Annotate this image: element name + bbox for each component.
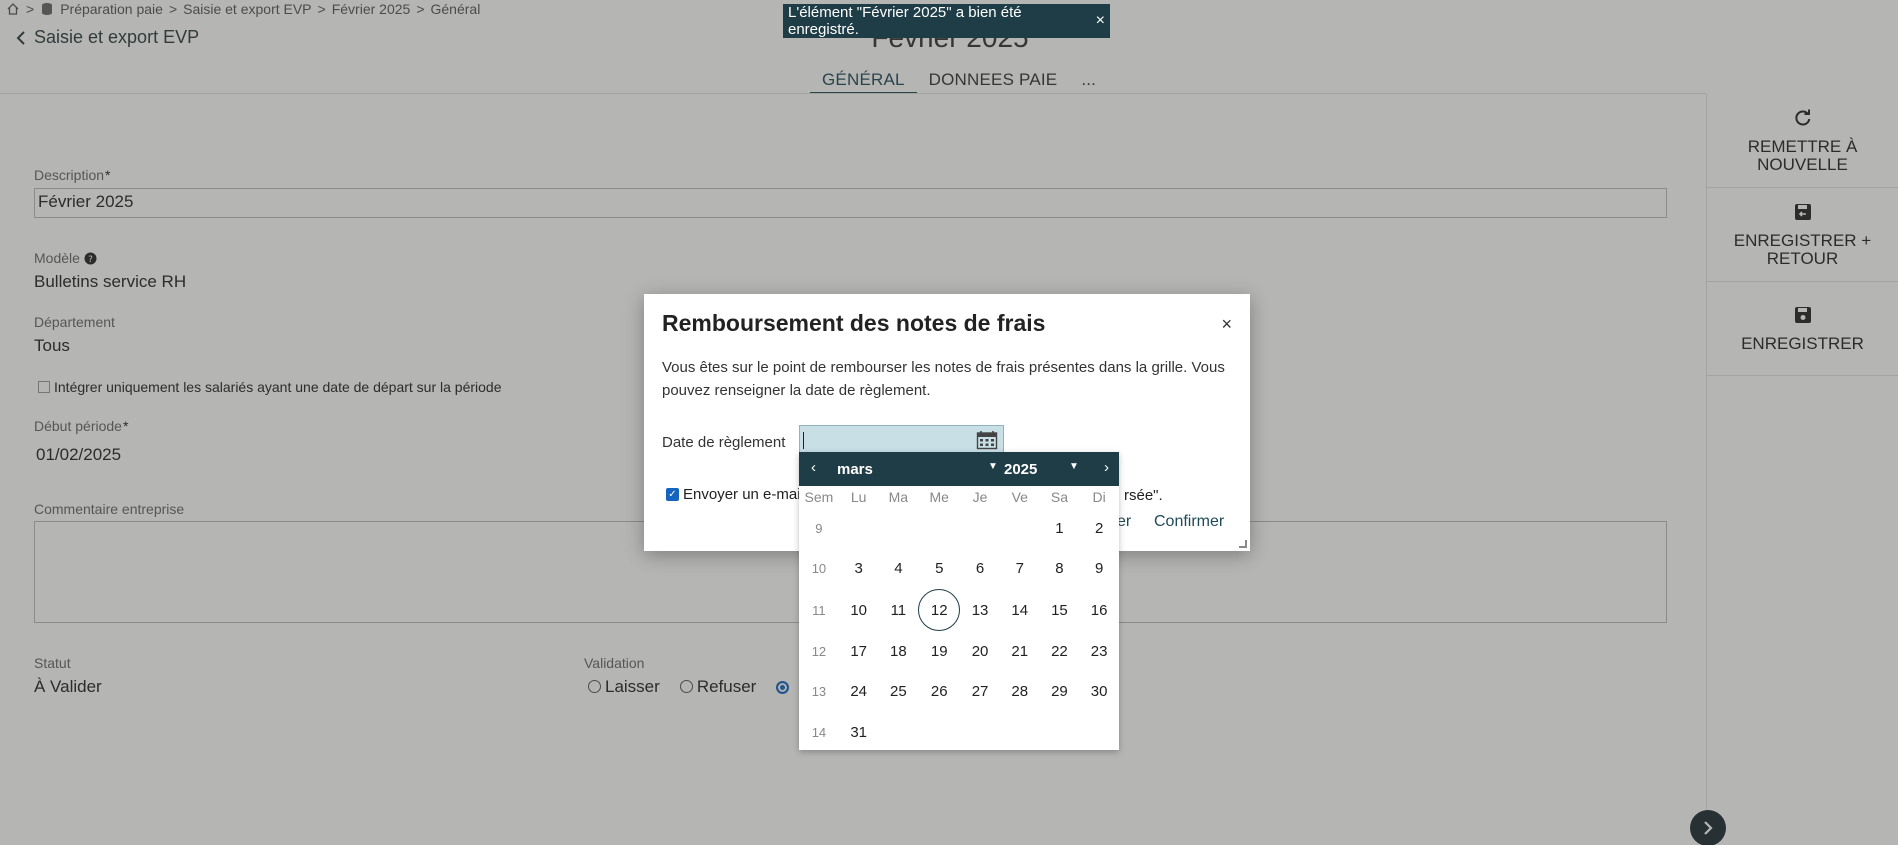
empty-day-cell (1000, 508, 1040, 549)
calendar-week-row: 13 24 25 26 27 28 29 30 (799, 672, 1119, 713)
calendar-day[interactable]: 16 (1079, 589, 1119, 631)
calendar-day[interactable]: 19 (918, 631, 960, 672)
week-number-header: Sem (804, 489, 834, 505)
toast-message: L'élément "Février 2025" a bien été enre… (788, 4, 1022, 38)
empty-day-cell (839, 508, 879, 549)
calendar-day[interactable]: 20 (960, 631, 1000, 672)
calendar-day[interactable]: 5 (918, 549, 960, 590)
calendar-day[interactable]: 12 (918, 589, 961, 631)
cancel-button[interactable]: er (1117, 513, 1131, 531)
calendar-day[interactable]: 22 (1040, 631, 1080, 672)
week-number: 12 (811, 643, 827, 659)
calendar-day[interactable]: 17 (839, 631, 879, 672)
year-dropdown-icon[interactable]: ▼ (1069, 461, 1079, 472)
calendar-day[interactable]: 18 (879, 631, 919, 672)
weekday-header: Lu (850, 489, 867, 505)
text-caret (803, 432, 804, 449)
modal-title: Remboursement des notes de frais (662, 310, 1046, 336)
empty-day-cell (918, 712, 960, 753)
send-email-row[interactable]: ✓ Envoyer un e-mail (666, 486, 804, 503)
week-number: 10 (811, 561, 827, 577)
week-number: 13 (811, 684, 827, 700)
month-select[interactable]: mars (837, 461, 873, 478)
weekday-header: Ve (1011, 489, 1028, 505)
toast-close-icon[interactable]: × (1096, 12, 1105, 30)
calendar-day[interactable]: 13 (960, 589, 1000, 631)
calendar-day[interactable]: 2 (1079, 508, 1119, 549)
calendar-day[interactable]: 30 (1079, 672, 1119, 713)
empty-day-cell (918, 508, 960, 549)
calendar-week-row: 14 31 (799, 712, 1119, 753)
calendar-day[interactable]: 23 (1079, 631, 1119, 672)
calendar-day[interactable]: 1 (1040, 508, 1080, 549)
calendar-day[interactable]: 14 (1000, 589, 1040, 631)
calendar-day[interactable]: 27 (960, 672, 1000, 713)
empty-day-cell (1079, 712, 1119, 753)
calendar-icon[interactable] (976, 430, 998, 450)
week-number: 14 (811, 724, 827, 740)
datepicker-header: ‹ mars ▼ 2025 ▼ › (799, 452, 1119, 486)
empty-day-cell (1040, 712, 1080, 753)
calendar-day[interactable]: 25 (879, 672, 919, 713)
datepicker: ‹ mars ▼ 2025 ▼ › Sem Lu Ma Me Je Ve Sa Di 9121… (799, 452, 1119, 750)
weekday-header: Me (929, 489, 949, 505)
weekday-header: Ma (888, 489, 909, 505)
empty-day-cell (879, 508, 919, 549)
weekday-header: Di (1092, 489, 1106, 505)
calendar-day[interactable]: 28 (1000, 672, 1040, 713)
calendar-week-row: 11 10 11 12 13 14 15 16 (799, 589, 1119, 631)
calendar-day[interactable]: 3 (839, 549, 879, 590)
close-icon[interactable]: × (1221, 314, 1232, 335)
calendar-day[interactable]: 24 (839, 672, 879, 713)
empty-day-cell (960, 508, 1000, 549)
weekday-header: Sa (1050, 489, 1068, 505)
calendar-day-today[interactable]: 12 (918, 589, 961, 631)
confirm-button[interactable]: Confirmer (1154, 513, 1224, 531)
calendar-day[interactable]: 31 (839, 712, 879, 753)
calendar-day[interactable]: 29 (1040, 672, 1080, 713)
empty-day-cell (879, 712, 919, 753)
settlement-date-input[interactable] (799, 425, 1004, 455)
calendar-day[interactable]: 21 (1000, 631, 1040, 672)
calendar-day[interactable]: 6 (960, 549, 1000, 590)
calendar-week-row: 9 12 (799, 508, 1119, 549)
calendar-day[interactable]: 10 (839, 589, 879, 631)
calendar-day[interactable]: 15 (1040, 589, 1080, 631)
month-dropdown-icon[interactable]: ▼ (988, 461, 998, 472)
calendar-day[interactable]: 7 (1000, 549, 1040, 590)
calendar-day[interactable]: 26 (918, 672, 960, 713)
calendar-week-row: 12 17 18 19 20 21 22 23 (799, 631, 1119, 672)
send-email-checkbox[interactable]: ✓ (666, 488, 679, 501)
next-month-icon[interactable]: › (1104, 459, 1109, 476)
calendar-day[interactable]: 11 (879, 589, 919, 631)
week-number: 9 (815, 520, 823, 536)
calendar-grid: Sem Lu Ma Me Je Ve Sa Di 9 1 2 10 3 4 5 6 7 8 9 11 10 11 12 13… (799, 486, 1119, 753)
send-email-label: Envoyer un e-mail (683, 486, 804, 503)
calendar-day[interactable]: 9 (1079, 549, 1119, 590)
resize-handle[interactable] (1239, 540, 1247, 548)
send-email-label-tail: rsée". (1124, 487, 1163, 504)
calendar-week-row: 10 3 4 5 6 7 8 9 (799, 549, 1119, 590)
calendar-day[interactable]: 8 (1040, 549, 1080, 590)
empty-day-cell (1000, 712, 1040, 753)
success-toast: L'élément "Février 2025" a bien été enre… (783, 4, 1110, 38)
calendar-day[interactable]: 4 (879, 549, 919, 590)
modal-description: Vous êtes sur le point de rembourser les… (662, 359, 1225, 399)
settlement-date-label: Date de règlement (662, 434, 786, 451)
empty-day-cell (960, 712, 1000, 753)
year-select[interactable]: 2025 (1004, 461, 1037, 478)
week-number: 11 (812, 602, 826, 618)
weekday-header: Je (972, 489, 988, 505)
prev-month-icon[interactable]: ‹ (811, 459, 816, 476)
